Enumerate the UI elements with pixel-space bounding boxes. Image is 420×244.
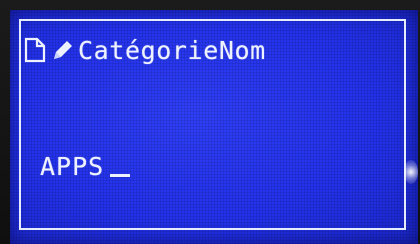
input-value: APPS: [40, 152, 105, 181]
name-input-field[interactable]: APPS: [40, 152, 131, 181]
light-reflection: [404, 160, 418, 184]
page-title: CatégorieNom: [78, 35, 266, 65]
lcd-screen: CatégorieNom APPS: [10, 10, 418, 244]
text-cursor: [110, 174, 131, 177]
pencil-icon: [50, 37, 74, 63]
document-icon: [24, 37, 46, 63]
screen-header: CatégorieNom: [24, 32, 266, 68]
